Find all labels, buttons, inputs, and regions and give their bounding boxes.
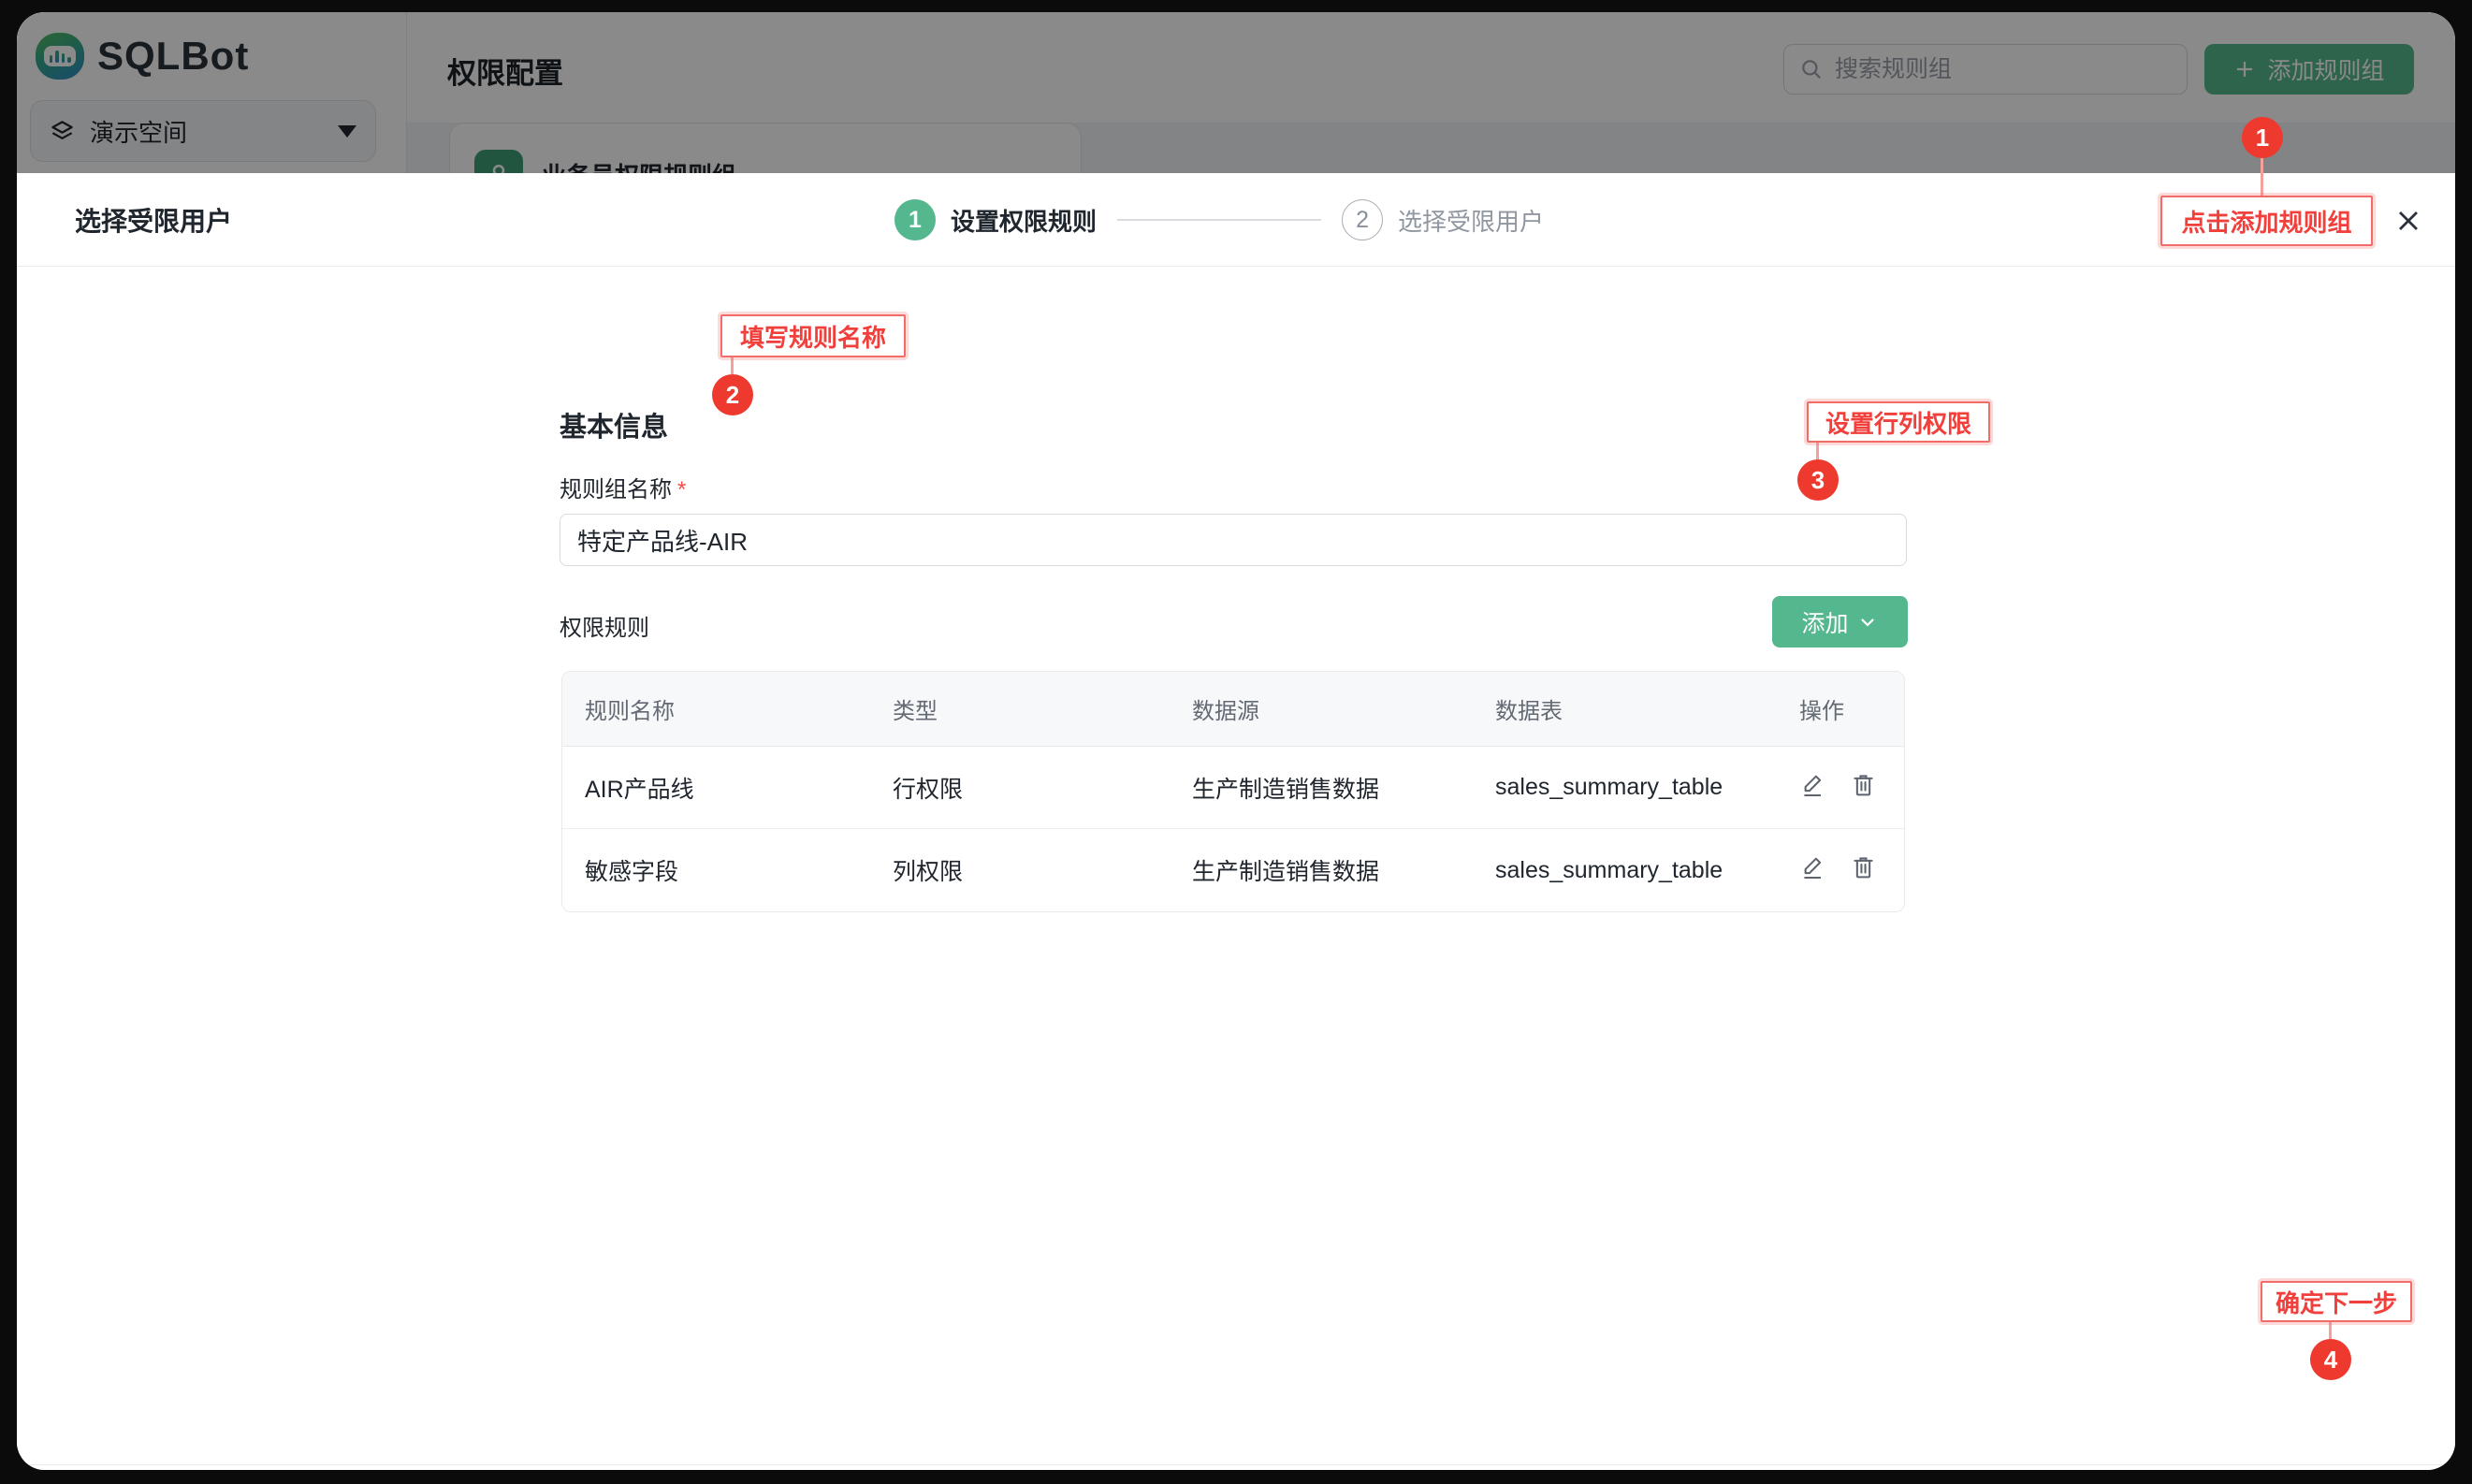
- add-rule-label: 添加: [1801, 605, 1848, 639]
- annotation-badge-4: 4: [2310, 1339, 2351, 1380]
- col-datatable: 数据表: [1473, 672, 1777, 747]
- step-1-set-permission-rules[interactable]: 1 设置权限规则: [894, 199, 1097, 240]
- rule-datatable-cell: sales_summary_table: [1473, 829, 1777, 911]
- rule-name-cell: AIR产品线: [562, 747, 870, 829]
- col-datasource: 数据源: [1170, 672, 1473, 747]
- rule-type-cell: 列权限: [870, 829, 1170, 911]
- edit-pencil-icon: [1799, 853, 1826, 880]
- stepper: 1 设置权限规则 2 选择受限用户: [894, 173, 1544, 267]
- annotation-label-2: 填写规则名称: [720, 314, 906, 357]
- table-header-row: 规则名称 类型 数据源 数据表 操作: [562, 672, 1904, 747]
- rule-datasource-cell: 生产制造销售数据: [1170, 829, 1473, 911]
- step-2-select-restricted-users[interactable]: 2 选择受限用户: [1342, 199, 1544, 240]
- step-2-label: 选择受限用户: [1398, 203, 1544, 238]
- step-1-label: 设置权限规则: [951, 203, 1097, 238]
- chevron-down-icon: [1856, 611, 1879, 633]
- annotation-label-1: 点击添加规则组: [2160, 196, 2373, 246]
- basic-info-heading: 基本信息: [560, 405, 668, 444]
- close-button[interactable]: [2392, 204, 2425, 238]
- rule-group-name-label-text: 规则组名称: [560, 477, 672, 502]
- col-type: 类型: [870, 672, 1170, 747]
- rule-type-cell: 行权限: [870, 747, 1170, 829]
- edit-pencil-icon: [1799, 771, 1826, 798]
- rule-group-name-label: 规则组名称*: [560, 471, 686, 503]
- delete-rule-button[interactable]: [1850, 853, 1877, 880]
- table-row: AIR产品线 行权限 生产制造销售数据 sales_summary_table: [562, 747, 1904, 829]
- dialog-body: 基本信息 规则组名称* 权限规则 添加 规则名称 类型: [17, 267, 2455, 1470]
- rule-actions-cell: [1777, 829, 1904, 911]
- annotation-label-4: 确定下一步: [2261, 1281, 2412, 1322]
- rule-datatable-cell: sales_summary_table: [1473, 747, 1777, 829]
- col-rule-name: 规则名称: [562, 672, 870, 747]
- rule-name-cell: 敏感字段: [562, 829, 870, 911]
- step-2-circle: 2: [1342, 199, 1383, 240]
- dialog-title: 选择受限用户: [75, 173, 232, 267]
- trash-icon: [1850, 771, 1877, 798]
- dialog-header: 选择受限用户 1 设置权限规则 2 选择受限用户: [17, 173, 2455, 267]
- rule-datasource-cell: 生产制造销售数据: [1170, 747, 1473, 829]
- annotation-connector-2: [731, 357, 734, 374]
- permission-rule-dialog: 选择受限用户 1 设置权限规则 2 选择受限用户: [17, 173, 2455, 1470]
- annotation-connector-4: [2329, 1322, 2332, 1339]
- required-asterisk: *: [677, 477, 686, 502]
- col-actions: 操作: [1777, 672, 1904, 747]
- edit-rule-button[interactable]: [1799, 853, 1826, 880]
- stepper-connector: [1117, 219, 1321, 221]
- app-window: SQLBot 演示空间 权限配置: [17, 12, 2455, 1470]
- delete-rule-button[interactable]: [1850, 771, 1877, 798]
- table-row: 敏感字段 列权限 生产制造销售数据 sales_summary_table: [562, 829, 1904, 911]
- annotation-badge-1: 1: [2242, 117, 2283, 158]
- annotation-connector-1: [2261, 158, 2263, 196]
- annotation-connector-3: [1816, 443, 1819, 459]
- annotation-label-3: 设置行列权限: [1807, 401, 1990, 443]
- permission-rules-label: 权限规则: [560, 609, 649, 642]
- annotation-badge-2: 2: [712, 374, 753, 415]
- rules-table: 规则名称 类型 数据源 数据表 操作 AIR产品线 行权限 生产制造销售数据 s…: [561, 671, 1905, 912]
- step-1-circle: 1: [894, 199, 936, 240]
- edit-rule-button[interactable]: [1799, 771, 1826, 798]
- annotation-badge-3: 3: [1797, 459, 1839, 501]
- footer-divider: [17, 1464, 2455, 1465]
- rule-actions-cell: [1777, 747, 1904, 829]
- trash-icon: [1850, 853, 1877, 880]
- add-rule-button[interactable]: 添加: [1772, 596, 1908, 647]
- rule-group-name-input[interactable]: [560, 514, 1907, 566]
- close-icon: [2392, 204, 2425, 238]
